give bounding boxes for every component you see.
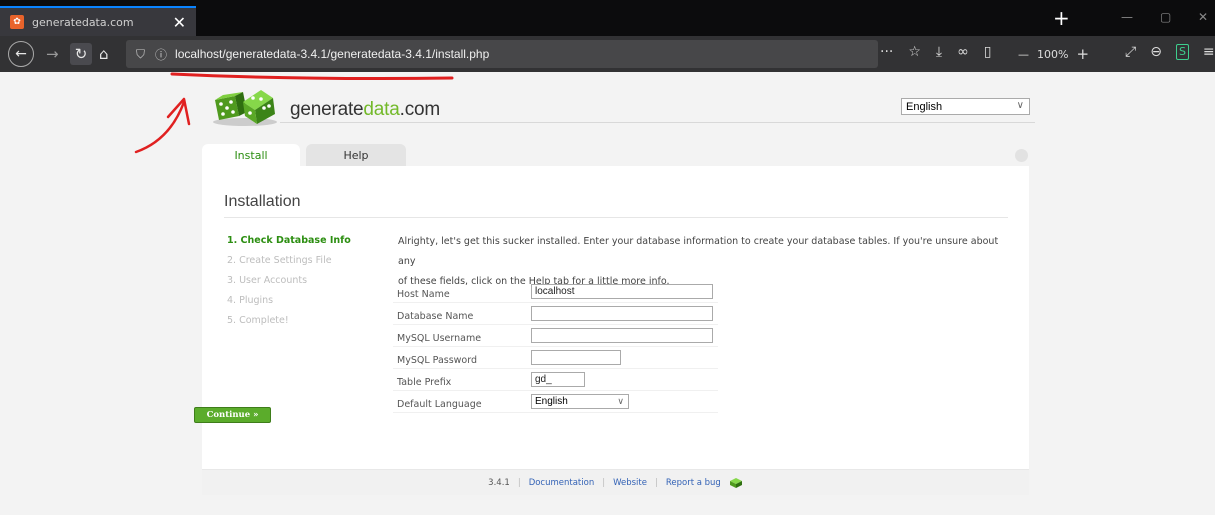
site-logo-text[interactable]: generatedata.com [290,99,440,121]
form-row-username: MySQL Username [393,325,718,347]
version-text: 3.4.1 [488,477,510,488]
bookmark-star-icon[interactable]: ☆ [908,44,921,60]
documentation-link[interactable]: Documentation [529,478,595,488]
form-row-password: MySQL Password [393,347,718,369]
install-panel: Installation 1. Check Database Info 2. C… [202,166,1029,494]
bug-dice-icon[interactable] [729,477,743,489]
footer-separator: | [602,477,606,488]
fullscreen-icon[interactable]: ⤢ [1125,44,1136,60]
mysql-password-label: MySQL Password [397,355,478,366]
report-bug-link[interactable]: Report a bug [666,478,721,488]
page-title: Installation [224,193,301,210]
zoom-controls: — 100% + [1018,45,1089,63]
settings-dot-icon[interactable] [1015,149,1028,162]
header-divider [280,122,1035,123]
zoom-level[interactable]: 100% [1037,48,1068,61]
browser-tab[interactable]: ✿ generatedata.com ✕ [0,6,196,36]
address-bar[interactable]: ⛉ ⓘ localhost/generatedata-3.4.1/generat… [126,40,878,68]
default-language-select[interactable]: English ∨ [531,394,629,409]
zoom-in-button[interactable]: + [1076,45,1089,63]
host-name-input[interactable]: localhost [531,284,713,299]
site-info-icon[interactable]: ⓘ [155,46,167,63]
forward-arrow-icon[interactable]: → [46,45,59,63]
table-prefix-label: Table Prefix [397,377,452,388]
page-actions: ··· ☆ ⤓ ∞ ▯ [880,44,992,60]
close-window-button[interactable]: ✕ [1198,10,1208,24]
form-row-language: Default Language English ∨ [393,391,718,413]
page-viewport: generatedata.com English ∨ Install Help … [0,72,1215,515]
step-complete: 5. Complete! [227,315,289,326]
sidebar-icon[interactable]: ▯ [984,44,992,60]
home-icon[interactable]: ⌂ [99,45,109,63]
form-row-dbname: Database Name [393,303,718,325]
table-prefix-input[interactable]: gd_ [531,372,585,387]
step-user-accounts: 3. User Accounts [227,275,308,286]
page-footer: 3.4.1 | Documentation | Website | Report… [202,469,1029,495]
zoom-out-button[interactable]: — [1018,48,1029,61]
step-check-database: 1. Check Database Info [227,235,351,246]
tab-help[interactable]: Help [306,144,406,166]
footer-separator: | [517,477,521,488]
chevron-down-icon: ∨ [1016,100,1024,111]
default-language-label: Default Language [397,399,482,410]
database-name-label: Database Name [397,311,474,322]
mysql-password-input[interactable] [531,350,621,365]
language-select[interactable]: English ∨ [901,98,1030,115]
language-select-value: English [906,100,943,113]
browser-tab-strip: ✿ generatedata.com ✕ + — ▢ ✕ [0,0,1215,36]
logo-text-suffix: .com [399,99,441,120]
form-row-prefix: Table Prefix gd_ [393,369,718,391]
hamburger-menu-icon[interactable]: ≡ [1203,44,1215,60]
back-arrow-icon[interactable]: ← [8,41,34,67]
browser-toolbar: ← → ↻ ⌂ ⛉ ⓘ localhost/generatedata-3.4.1… [0,36,1215,72]
extension-icons: ⤢ ⊖ S ≡ [1125,44,1215,60]
site-favicon-icon: ✿ [10,15,24,29]
new-tab-button[interactable]: + [1053,6,1070,30]
maximize-button[interactable]: ▢ [1160,10,1171,24]
tracking-shield-icon[interactable]: ⛉ [136,47,145,62]
website-link[interactable]: Website [613,478,647,488]
tab-install[interactable]: Install [202,144,300,166]
logo-text-main: generate [290,99,364,120]
account-icon[interactable]: ⊖ [1150,44,1162,60]
database-form: Host Name localhost Database Name MySQL … [393,281,718,413]
reload-icon[interactable]: ↻ [70,43,92,65]
continue-button[interactable]: Continue » [194,407,271,423]
mysql-username-label: MySQL Username [397,333,482,344]
step-plugins: 4. Plugins [227,295,274,306]
mysql-username-input[interactable] [531,328,713,343]
reader-mode-icon[interactable]: ∞ [957,44,969,60]
minimize-button[interactable]: — [1121,10,1133,24]
extension-s-icon[interactable]: S [1175,44,1189,60]
download-icon[interactable]: ⤓ [936,44,942,60]
footer-separator: | [654,477,658,488]
logo-text-accent: data [363,99,400,120]
default-language-value: English [535,396,568,407]
host-name-label: Host Name [397,289,450,300]
dice-logo-icon [213,90,277,126]
intro-line-1: Alrighty, let's get this sucker installe… [398,236,999,267]
chevron-down-icon: ∨ [617,396,624,406]
page-actions-menu-icon[interactable]: ··· [880,44,893,60]
form-row-host: Host Name localhost [393,281,718,303]
tab-title: generatedata.com [32,15,134,29]
database-name-input[interactable] [531,306,713,321]
install-steps: 1. Check Database Info 2. Create Setting… [227,234,351,334]
url-text[interactable]: localhost/generatedata-3.4.1/generatedat… [175,47,489,61]
heading-divider [224,217,1008,218]
tab-close-button[interactable]: ✕ [173,13,186,32]
step-create-settings: 2. Create Settings File [227,255,332,266]
